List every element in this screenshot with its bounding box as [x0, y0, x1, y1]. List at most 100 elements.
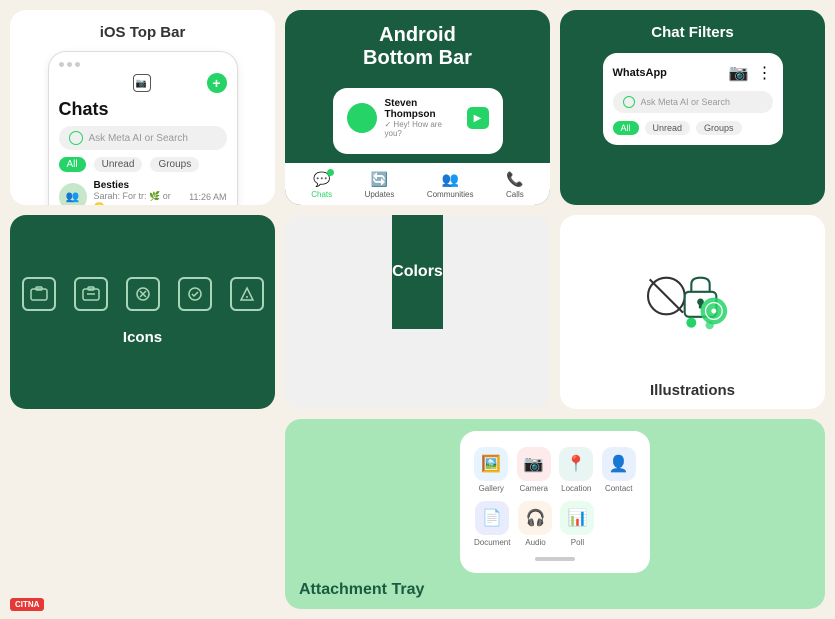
- chat-info-1: Besties Sarah: For tr: 🌿 or 😊: [94, 180, 183, 205]
- chats-label: Chats: [311, 190, 332, 199]
- audio-icon: 🎧: [518, 501, 552, 535]
- android-tab-calls[interactable]: 📞 Calls: [506, 171, 524, 199]
- poll-icon: 📊: [560, 501, 594, 535]
- android-card-title: AndroidBottom Bar: [285, 10, 550, 80]
- communities-label: Communities: [427, 190, 474, 199]
- calls-label: Calls: [506, 190, 524, 199]
- phone-top-bar: 📷 +: [59, 73, 227, 93]
- camera-icon: 📷: [133, 74, 151, 92]
- icon-3: [126, 277, 160, 311]
- filter-search-placeholder: Ask Meta AI or Search: [641, 97, 731, 107]
- filters-card-title: Chat Filters: [651, 24, 734, 41]
- tab-groups[interactable]: Groups: [150, 157, 199, 172]
- tray-handle: [535, 557, 575, 561]
- updates-label: Updates: [365, 190, 395, 199]
- camera-filter-icon: 📷: [729, 63, 749, 83]
- menu-filter-icon: ⋮: [757, 63, 773, 83]
- chat-item-1[interactable]: 👥 Besties Sarah: For tr: 🌿 or 😊 11:26 AM: [59, 180, 227, 205]
- attach-empty: [602, 501, 636, 547]
- contact-card: Steven Thompson ✓ Hey! How are you? ▶: [333, 88, 503, 154]
- search-bar[interactable]: Ask Meta AI or Search: [59, 126, 227, 150]
- chat-time-1: 11:26 AM: [189, 192, 226, 202]
- attach-camera[interactable]: 📷 Camera: [517, 447, 552, 493]
- search-placeholder: Ask Meta AI or Search: [89, 133, 189, 144]
- gallery-label: Gallery: [479, 484, 504, 493]
- icon-4: [178, 277, 212, 311]
- attach-gallery[interactable]: 🖼️ Gallery: [474, 447, 509, 493]
- location-icon: 📍: [559, 447, 593, 481]
- contact-avatar: [347, 103, 377, 133]
- icons-card: Icons: [10, 215, 275, 410]
- contact-icon: 👤: [602, 447, 636, 481]
- filter-action-icons: 📷 ⋮: [729, 63, 773, 83]
- plus-button[interactable]: +: [207, 73, 227, 93]
- chats-heading: Chats: [59, 99, 227, 120]
- icon-2: [74, 277, 108, 311]
- contact-name: Steven Thompson: [385, 98, 459, 120]
- android-tab-updates[interactable]: 🔄 Updates: [365, 171, 395, 199]
- contact-status: ✓ Hey! How are you?: [385, 120, 459, 138]
- camera-attach-icon: 📷: [517, 447, 551, 481]
- audio-label: Audio: [525, 538, 545, 547]
- contact-header: Steven Thompson ✓ Hey! How are you? ▶: [347, 98, 489, 138]
- icons-row: [22, 277, 264, 311]
- icons-label: Icons: [123, 329, 162, 346]
- updates-icon: 🔄: [371, 171, 388, 188]
- filters-mockup: WhatsApp 📷 ⋮ Ask Meta AI or Search All U…: [603, 53, 783, 145]
- chat-preview-1: Sarah: For tr: 🌿 or 😊: [94, 191, 183, 205]
- communities-icon: 👥: [441, 171, 458, 188]
- attachment-tray: 🖼️ Gallery 📷 Camera 📍 Location 👤 Contact: [460, 431, 650, 573]
- phone-mockup: 📷 + Chats Ask Meta AI or Search All Unre…: [48, 51, 238, 205]
- illustration-area: [643, 229, 743, 365]
- filter-tab-unread[interactable]: Unread: [645, 121, 691, 135]
- colors-dark-swatch: Colors: [392, 215, 443, 329]
- colors-label-dark: Colors: [392, 263, 443, 281]
- lock-illustration: [643, 246, 743, 346]
- poll-label: Poll: [571, 538, 584, 547]
- filter-tab-groups[interactable]: Groups: [696, 121, 742, 135]
- tab-unread[interactable]: Unread: [94, 157, 143, 172]
- ios-card-title: iOS Top Bar: [100, 24, 186, 41]
- phone-dots: [59, 62, 227, 67]
- avatar-besties: 👥: [59, 183, 87, 205]
- contact-label: Contact: [605, 484, 633, 493]
- filter-search-bar[interactable]: Ask Meta AI or Search: [613, 91, 773, 113]
- filter-tab-all[interactable]: All: [613, 121, 639, 135]
- calls-icon: 📞: [506, 171, 523, 188]
- attachment-grid-row1: 🖼️ Gallery 📷 Camera 📍 Location 👤 Contact: [474, 447, 636, 493]
- chats-icon: 💬: [313, 171, 330, 188]
- attach-audio[interactable]: 🎧 Audio: [518, 501, 552, 547]
- ios-top-bar-card: iOS Top Bar 📷 + Chats Ask Meta AI or Sea…: [10, 10, 275, 205]
- android-tab-communities[interactable]: 👥 Communities: [427, 171, 474, 199]
- gallery-icon: 🖼️: [474, 447, 508, 481]
- chat-filters-card: Chat Filters WhatsApp 📷 ⋮ Ask Meta AI or…: [560, 10, 825, 205]
- main-grid: iOS Top Bar 📷 + Chats Ask Meta AI or Sea…: [0, 0, 835, 619]
- meta-ai-icon: [69, 131, 83, 145]
- android-bottom-bar-card: AndroidBottom Bar Steven Thompson ✓ Hey!…: [285, 10, 550, 205]
- android-tab-chats[interactable]: 💬 Chats: [311, 171, 332, 199]
- location-label: Location: [561, 484, 591, 493]
- whatsapp-label: WhatsApp: [613, 67, 667, 79]
- illustrations-label: Illustrations: [650, 382, 735, 399]
- icon-1: [22, 277, 56, 311]
- citna-badge: CITNA: [10, 598, 44, 611]
- android-nav-bar: 💬 Chats 🔄 Updates 👥 Communities 📞 Calls: [285, 163, 550, 205]
- chat-name-1: Besties: [94, 180, 183, 191]
- tab-all[interactable]: All: [59, 157, 86, 172]
- video-call-icon[interactable]: ▶: [467, 107, 489, 129]
- document-icon: 📄: [475, 501, 509, 535]
- attachment-tray-card: 🖼️ Gallery 📷 Camera 📍 Location 👤 Contact: [285, 419, 825, 609]
- camera-label: Camera: [520, 484, 548, 493]
- attachment-tray-title: Attachment Tray: [295, 581, 424, 599]
- attach-location[interactable]: 📍 Location: [559, 447, 594, 493]
- filter-header: WhatsApp 📷 ⋮: [613, 63, 773, 83]
- contact-info: Steven Thompson ✓ Hey! How are you?: [385, 98, 459, 138]
- icon-5: [230, 277, 264, 311]
- attach-contact[interactable]: 👤 Contact: [602, 447, 637, 493]
- document-label: Document: [474, 538, 510, 547]
- filter-meta-icon: [623, 96, 635, 108]
- attach-document[interactable]: 📄 Document: [474, 501, 510, 547]
- filter-tab-row: All Unread Groups: [613, 121, 773, 135]
- attach-poll[interactable]: 📊 Poll: [560, 501, 594, 547]
- illustrations-card: Illustrations: [560, 215, 825, 410]
